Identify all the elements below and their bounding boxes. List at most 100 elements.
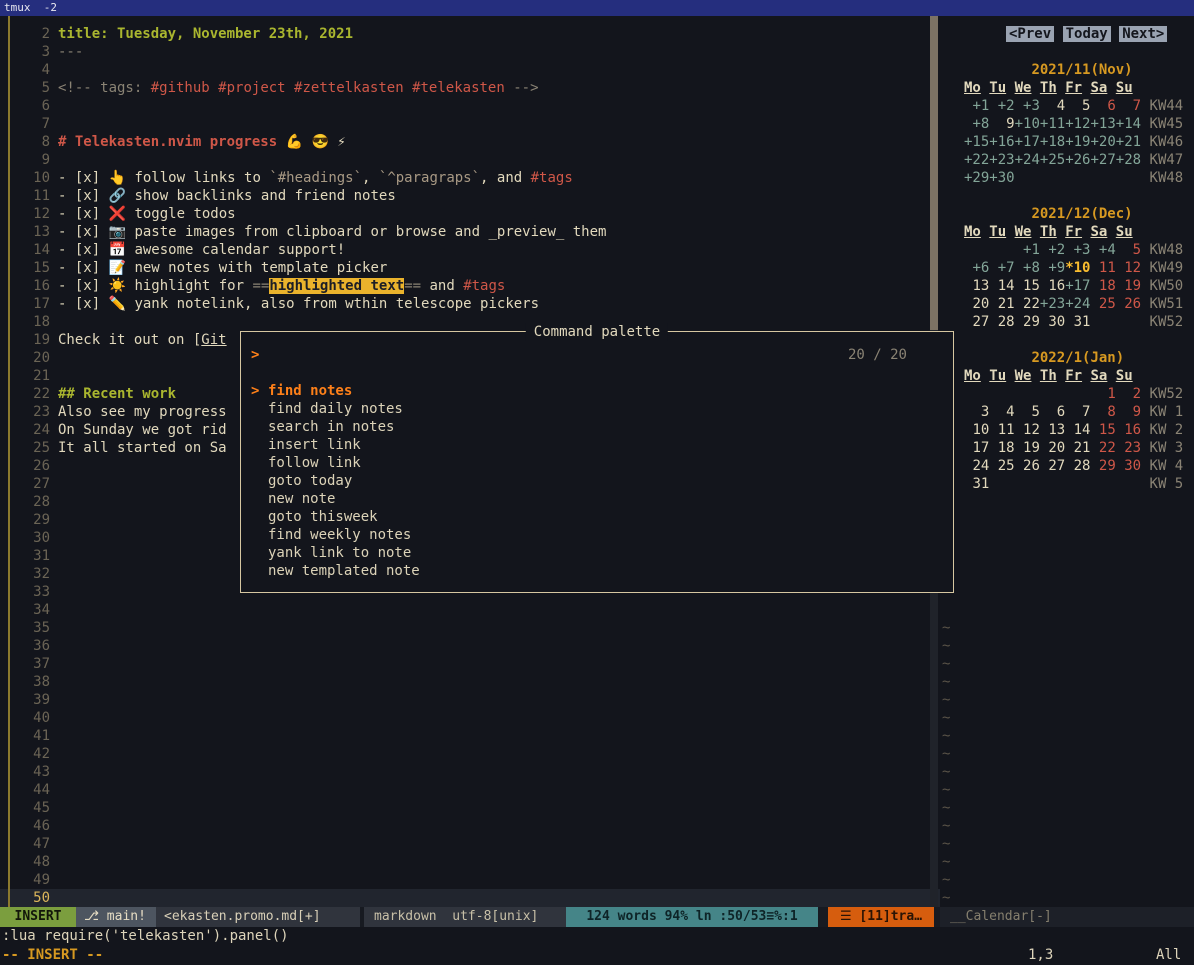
palette-item[interactable]: yank link to note [251, 544, 943, 562]
calendar-day[interactable]: +3 [1074, 242, 1091, 258]
calendar-day[interactable]: +23 [1040, 296, 1065, 312]
palette-prompt-input[interactable]: > 20 / 20 [251, 346, 943, 364]
calendar-day[interactable]: 18 [1099, 278, 1116, 294]
calendar-day[interactable]: +9 [1048, 260, 1065, 276]
calendar-day[interactable]: 5 [1082, 98, 1090, 114]
calendar-day[interactable]: 12 [1023, 422, 1040, 438]
editor-line-43[interactable]: 43 [0, 763, 940, 781]
editor-line-49[interactable]: 49 [0, 871, 940, 889]
calendar-day[interactable]: 26 [1023, 458, 1040, 474]
calendar-day[interactable]: 27 [1048, 458, 1065, 474]
calendar-day[interactable]: +27 [1090, 152, 1115, 168]
calendar-day[interactable]: 15 [1023, 278, 1040, 294]
calendar-day[interactable]: 1 [1107, 386, 1115, 402]
calendar-day[interactable]: +24 [1065, 296, 1090, 312]
calendar-day[interactable]: +8 [1023, 260, 1040, 276]
calendar-day[interactable]: 21 [998, 296, 1015, 312]
prev-button[interactable]: <Prev [1006, 26, 1054, 42]
calendar-day[interactable]: 29 [1023, 314, 1040, 330]
calendar-day[interactable]: +8 [972, 116, 989, 132]
calendar-day[interactable]: 19 [1124, 278, 1141, 294]
editor-line-46[interactable]: 46 [0, 817, 940, 835]
palette-item[interactable]: new note [251, 490, 943, 508]
calendar-day[interactable]: 13 [1048, 422, 1065, 438]
calendar-day[interactable]: 25 [998, 458, 1015, 474]
editor-line-45[interactable]: 45 [0, 799, 940, 817]
palette-item[interactable]: find daily notes [251, 400, 943, 418]
editor-line-38[interactable]: 38 [0, 673, 940, 691]
calendar-day[interactable]: +14 [1116, 116, 1141, 132]
calendar-day[interactable]: +21 [1116, 134, 1141, 150]
calendar-day[interactable]: +18 [1040, 134, 1065, 150]
palette-item[interactable]: search in notes [251, 418, 943, 436]
today-button[interactable]: Today [1063, 26, 1111, 42]
editor-line-17[interactable]: 17- [x] ✏️ yank notelink, also from wthi… [0, 295, 940, 313]
editor-line-7[interactable]: 7 [0, 115, 940, 133]
calendar-day[interactable]: 16 [1124, 422, 1141, 438]
calendar-pane[interactable]: <Prev Today Next> 2021/11(Nov)Mo Tu We T… [940, 16, 1194, 907]
calendar-day[interactable]: 16 [1048, 278, 1065, 294]
calendar-day[interactable]: +17 [1015, 134, 1040, 150]
calendar-day[interactable]: +12 [1065, 116, 1090, 132]
calendar-day[interactable]: 24 [972, 458, 989, 474]
calendar-day[interactable]: +13 [1090, 116, 1115, 132]
calendar-day[interactable]: +3 [1023, 98, 1040, 114]
calendar-day[interactable]: 18 [998, 440, 1015, 456]
editor-line-6[interactable]: 6 [0, 97, 940, 115]
calendar-day[interactable]: 19 [1023, 440, 1040, 456]
editor-line-42[interactable]: 42 [0, 745, 940, 763]
editor-line-35[interactable]: 35 [0, 619, 940, 637]
calendar-day[interactable]: 31 [1074, 314, 1091, 330]
editor-line-5[interactable]: 5<!-- tags: #github #project #zettelkast… [0, 79, 940, 97]
calendar-day[interactable]: +11 [1040, 116, 1065, 132]
editor-line-48[interactable]: 48 [0, 853, 940, 871]
calendar-day[interactable]: 30 [1048, 314, 1065, 330]
calendar-day[interactable]: +23 [989, 152, 1014, 168]
calendar-day[interactable]: 17 [972, 440, 989, 456]
calendar-day[interactable]: 3 [981, 404, 989, 420]
calendar-day[interactable]: 6 [1107, 98, 1115, 114]
editor-line-34[interactable]: 34 [0, 601, 940, 619]
calendar-day[interactable]: +20 [1090, 134, 1115, 150]
calendar-day[interactable]: +2 [998, 98, 1015, 114]
calendar-day[interactable]: +26 [1065, 152, 1090, 168]
editor-line-10[interactable]: 10- [x] 👆 follow links to `#headings`, `… [0, 169, 940, 187]
calendar-day[interactable]: 20 [972, 296, 989, 312]
link-text[interactable]: Git [201, 332, 226, 348]
editor-line-36[interactable]: 36 [0, 637, 940, 655]
calendar-day[interactable]: +4 [1099, 242, 1116, 258]
calendar-day[interactable]: 25 [1099, 296, 1116, 312]
calendar-day[interactable]: 7 [1133, 98, 1141, 114]
palette-item[interactable]: new templated note [251, 562, 943, 580]
calendar-day[interactable]: 23 [1124, 440, 1141, 456]
calendar-day[interactable]: 15 [1099, 422, 1116, 438]
command-line[interactable]: :lua require('telekasten').panel() [0, 927, 1194, 946]
editor-line-15[interactable]: 15- [x] 📝 new notes with template picker [0, 259, 940, 277]
editor-line-16[interactable]: 16- [x] ☀️ highlight for ==highlighted t… [0, 277, 940, 295]
calendar-day[interactable]: 12 [1124, 260, 1141, 276]
calendar-day[interactable]: 21 [1074, 440, 1091, 456]
editor-line-12[interactable]: 12- [x] ❌ toggle todos [0, 205, 940, 223]
calendar-day[interactable]: +2 [1048, 242, 1065, 258]
calendar-day[interactable]: 10 [972, 422, 989, 438]
editor-line-2[interactable]: 2title: Tuesday, November 23th, 2021 [0, 25, 940, 43]
editor-line-39[interactable]: 39 [0, 691, 940, 709]
scrollbar-thumb[interactable] [930, 16, 938, 330]
calendar-day[interactable]: 11 [998, 422, 1015, 438]
palette-item[interactable]: find weekly notes [251, 526, 943, 544]
editor-line-40[interactable]: 40 [0, 709, 940, 727]
calendar-day[interactable]: 29 [1099, 458, 1116, 474]
calendar-day[interactable]: 8 [1107, 404, 1115, 420]
calendar-day[interactable]: 14 [998, 278, 1015, 294]
calendar-day[interactable]: +17 [1065, 278, 1090, 294]
calendar-day[interactable]: +19 [1065, 134, 1090, 150]
calendar-day[interactable]: 5 [1133, 242, 1141, 258]
calendar-day[interactable]: +22 [964, 152, 989, 168]
calendar-day[interactable]: +24 [1015, 152, 1040, 168]
palette-item[interactable]: follow link [251, 454, 943, 472]
palette-item[interactable]: insert link [251, 436, 943, 454]
editor-line-50[interactable]: 50 [0, 889, 940, 907]
calendar-day[interactable]: +1 [972, 98, 989, 114]
calendar-day[interactable]: 27 [972, 314, 989, 330]
calendar-day[interactable]: 26 [1124, 296, 1141, 312]
